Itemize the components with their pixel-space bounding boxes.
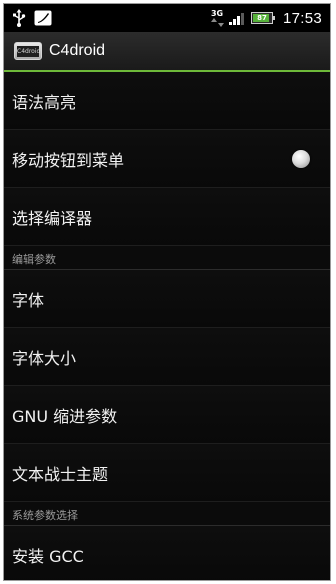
app-icon-text: C4droid (17, 45, 41, 57)
pref-install-gcc-label: 安装 GCC (12, 546, 84, 566)
title-bar: C4droid C4droid (4, 32, 330, 72)
pref-move-buttons-to-menu-label: 移动按钮到菜单 (12, 150, 125, 170)
network-type-icon: 3G (210, 9, 225, 27)
pref-select-compiler[interactable]: 选择编译器 (4, 188, 330, 246)
pref-gnu-indent[interactable]: GNU 缩进参数 (4, 386, 330, 444)
app-title: C4droid (49, 42, 106, 59)
category-system-params: 系统参数选择 (4, 502, 330, 526)
radio-toggle-icon[interactable] (292, 149, 310, 168)
pref-select-compiler-label: 选择编译器 (12, 208, 93, 228)
category-system-params-label: 系统参数选择 (12, 509, 78, 522)
status-right-icons: 3G 87 17:53 (210, 8, 322, 28)
signal-icon (228, 13, 244, 25)
usb-icon (13, 9, 26, 27)
network-type-label: 3G (210, 9, 224, 18)
pref-install-gcc[interactable]: 安装 GCC (4, 526, 330, 580)
pref-syntax-highlight-label: 语法高亮 (12, 92, 77, 112)
category-editor-params-label: 编辑参数 (12, 253, 56, 266)
pref-font-size-label: 字体大小 (12, 348, 77, 368)
pref-move-buttons-to-menu[interactable]: 移动按钮到菜单 (4, 130, 330, 188)
pref-font-size[interactable]: 字体大小 (4, 328, 330, 386)
device-screen: 3G 87 17:53 C4droid C4droid 语法高亮 移动按钮到菜单… (3, 3, 331, 581)
clock: 17:53 (282, 9, 322, 27)
pref-text-warrior-theme-label: 文本战士主题 (12, 464, 109, 484)
battery-percent: 87 (257, 14, 267, 22)
pref-font-label: 字体 (12, 290, 45, 310)
app-notification-icon (34, 10, 52, 26)
pref-gnu-indent-label: GNU 缩进参数 (12, 406, 118, 426)
pref-font[interactable]: 字体 (4, 270, 330, 328)
category-editor-params: 编辑参数 (4, 246, 330, 270)
pref-syntax-highlight[interactable]: 语法高亮 (4, 72, 330, 130)
app-icon: C4droid (14, 42, 42, 60)
data-arrows-icon (210, 18, 224, 27)
pref-text-warrior-theme[interactable]: 文本战士主题 (4, 444, 330, 502)
status-bar: 3G 87 17:53 (4, 4, 330, 32)
preference-list: 语法高亮 移动按钮到菜单 选择编译器 编辑参数 字体 字体大小 GNU 缩进参数… (4, 72, 330, 580)
battery-icon: 87 (250, 12, 275, 24)
status-left-icons (12, 9, 52, 27)
